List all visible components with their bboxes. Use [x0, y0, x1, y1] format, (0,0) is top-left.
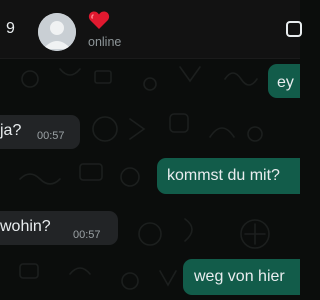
avatar[interactable] [38, 13, 76, 51]
message-text: weg von hier [194, 268, 285, 285]
default-avatar-icon [38, 13, 76, 51]
message-text: kommst du mit? [167, 167, 280, 184]
video-call-icon[interactable] [286, 20, 304, 38]
unread-count[interactable]: 9 [6, 20, 15, 38]
message-text: ey [277, 74, 294, 91]
message-list[interactable]: ey ja? 00:57 kommst du mit? wohin? 00:57… [0, 59, 300, 300]
chat-header: 9 online [0, 0, 302, 59]
message-bubble-incoming[interactable]: ja? 00:57 [0, 115, 80, 149]
message-bubble-incoming[interactable]: wohin? 00:57 [0, 211, 118, 245]
message-time: 00:57 [73, 229, 101, 241]
message-bubble-outgoing[interactable]: kommst du mit? [157, 158, 300, 194]
message-bubble-outgoing[interactable]: weg von hier [183, 259, 300, 295]
message-text: wohin? [0, 218, 51, 235]
message-text: ja? [0, 122, 22, 139]
heart-icon[interactable] [88, 10, 110, 30]
message-time: 00:57 [37, 130, 65, 142]
message-bubble-outgoing[interactable]: ey [268, 64, 300, 98]
contact-status: online [88, 35, 122, 49]
